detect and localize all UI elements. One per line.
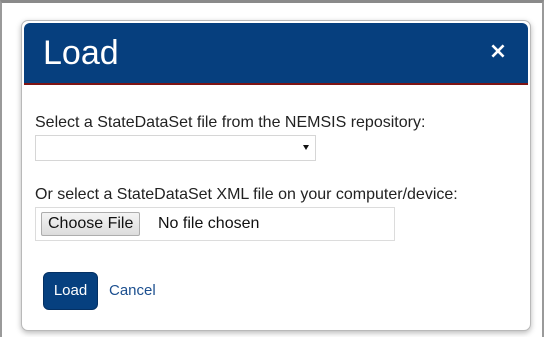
upload-file-label: Or select a StateDataSet XML file on you…: [35, 186, 458, 203]
select-file-label: Select a StateDataSet file from the NEMS…: [35, 114, 426, 131]
screenshot-frame: Load × Select a StateDataSet file from t…: [0, 0, 544, 337]
load-button[interactable]: Load: [43, 272, 98, 310]
close-icon[interactable]: ×: [486, 39, 510, 65]
dialog-header: Load ×: [24, 23, 528, 85]
choose-file-button[interactable]: Choose File: [41, 212, 141, 236]
file-input[interactable]: Choose File No file chosen: [35, 207, 395, 241]
cancel-link[interactable]: Cancel: [109, 282, 156, 299]
dialog-title: Load: [43, 34, 119, 72]
load-dialog: Load × Select a StateDataSet file from t…: [21, 20, 531, 331]
statedataset-select[interactable]: [35, 135, 316, 161]
file-status-text: No file chosen: [158, 215, 260, 232]
caret-down-icon: [303, 145, 309, 150]
